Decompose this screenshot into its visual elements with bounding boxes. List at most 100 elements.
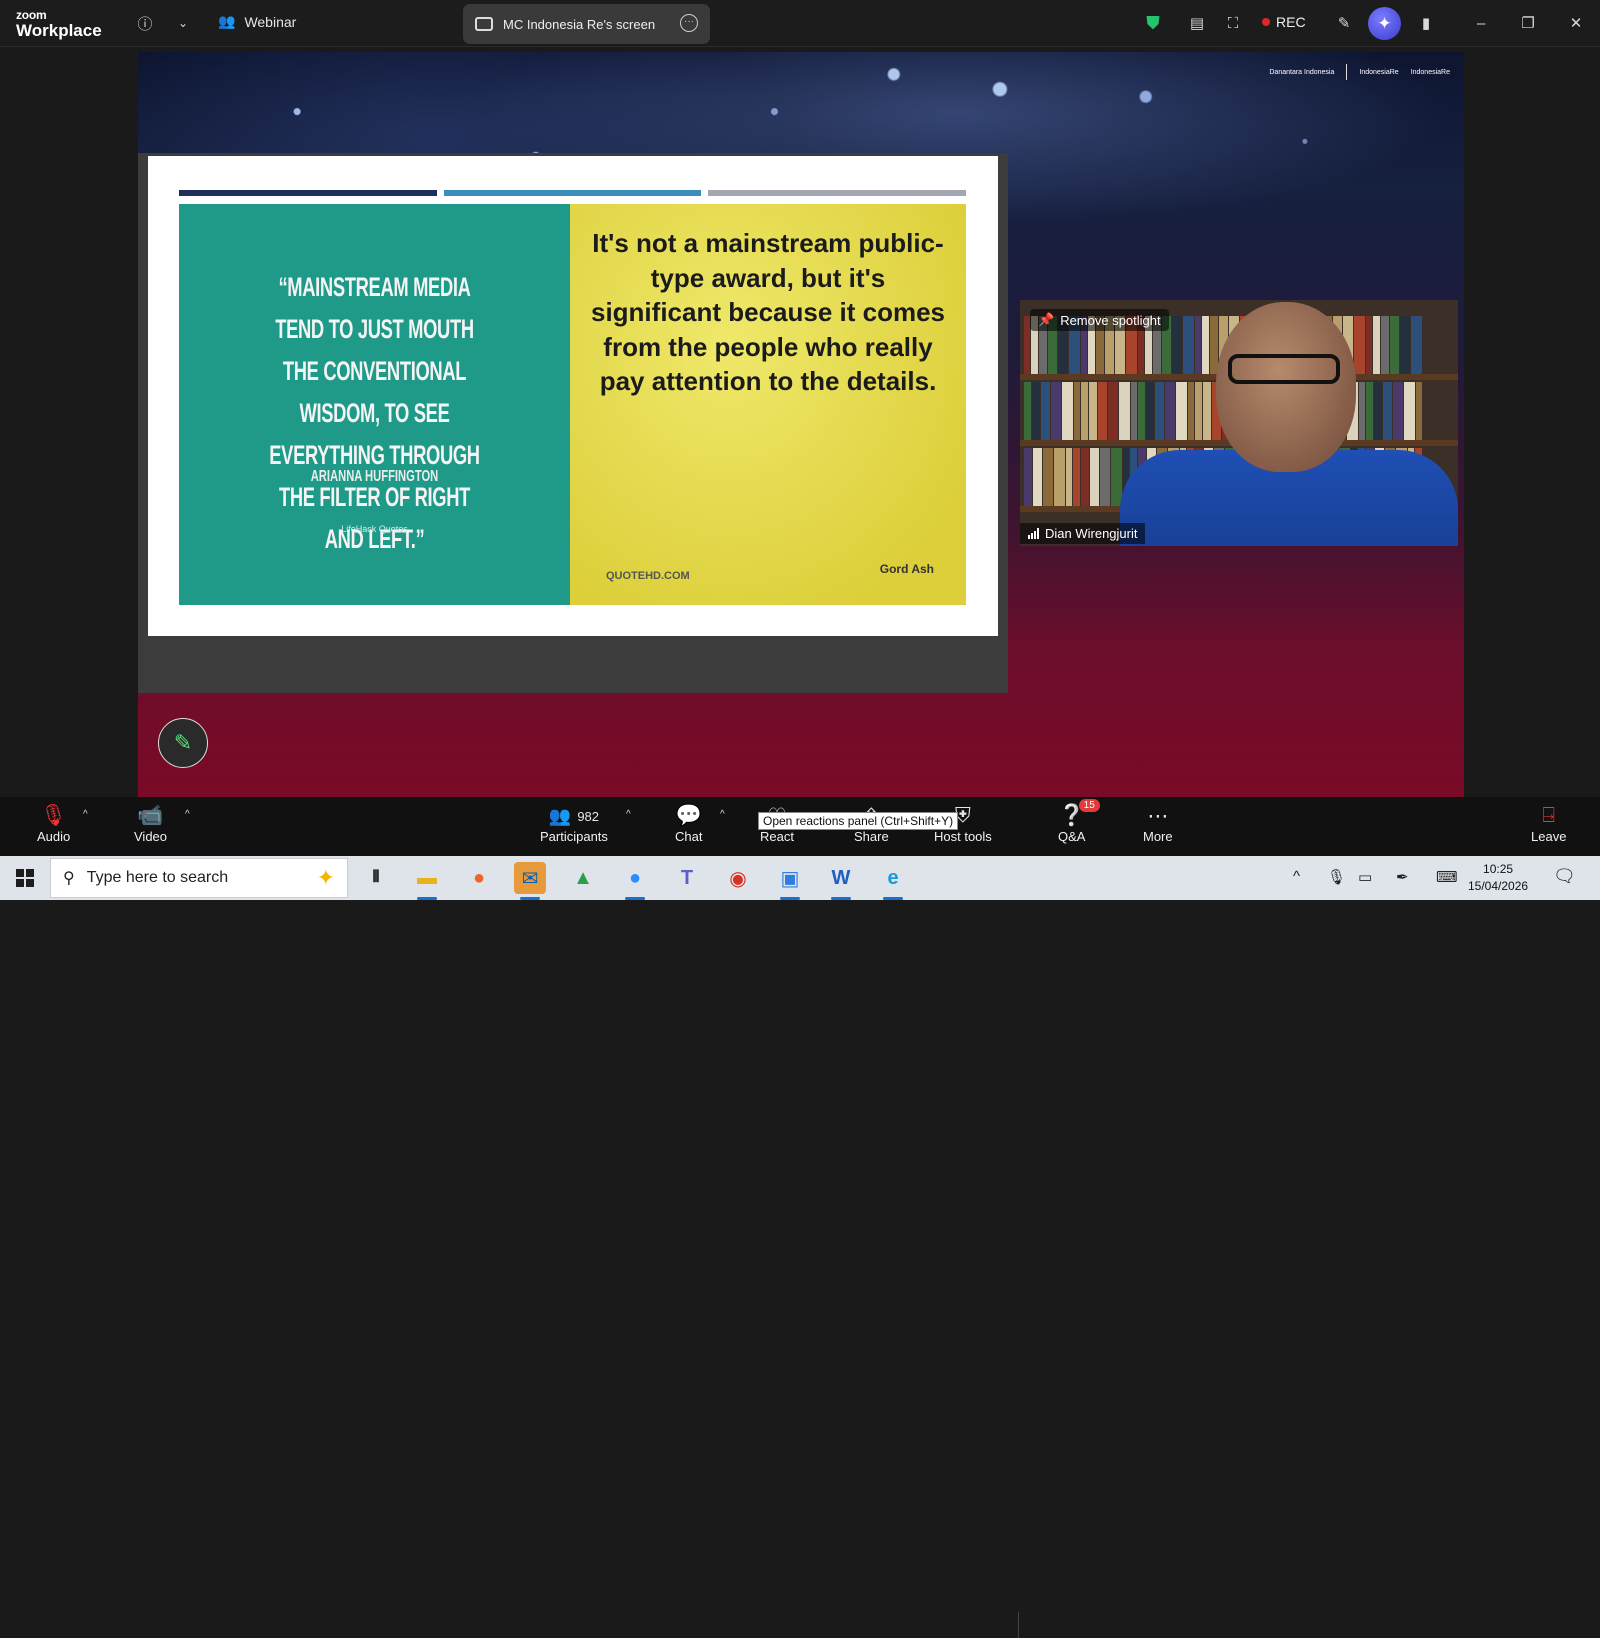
close-icon[interactable]: ✕ [1565, 12, 1587, 34]
book-spine [1033, 448, 1042, 506]
chat-button[interactable]: 💬 Chat [675, 803, 702, 844]
clock-date: 15/04/2026 [1468, 879, 1529, 893]
book-spine [1043, 448, 1053, 506]
book-spine [1089, 382, 1097, 440]
huffington-quote: “Mainstream media tend to just mouth the… [269, 272, 480, 554]
host-tools-label: Host tools [934, 829, 992, 844]
screen-tray-icon[interactable]: ▭ [1358, 868, 1372, 886]
notification-center-icon[interactable]: 🗨 [1553, 866, 1576, 887]
search-placeholder: Type here to search [86, 869, 229, 886]
search-icon: ⚲ [63, 870, 75, 887]
webinar-indicator[interactable]: 👥 Webinar [218, 13, 296, 30]
audio-button[interactable]: 🎙 Audio [37, 803, 70, 844]
book-spine [1090, 448, 1099, 506]
rec-dot-icon [1262, 18, 1270, 26]
tray-overflow-icon[interactable]: ^ [1293, 868, 1300, 885]
book-spine [1404, 382, 1415, 440]
annotation-pencil-button[interactable]: ✎ [158, 718, 208, 768]
more-options-icon[interactable]: ··· [680, 14, 698, 32]
brand-top: zoom [16, 8, 47, 22]
huffington-author: ARIANNA HUFFINGTON [310, 468, 439, 485]
more-dots-icon: ⋯ [1147, 804, 1169, 828]
keyboard-tray-icon[interactable]: ⌨ [1436, 868, 1458, 886]
focus-mode-icon[interactable]: ⛶ [1222, 12, 1244, 34]
chrome-icon[interactable]: ◉ [722, 862, 754, 894]
pen-tray-icon[interactable]: ✒ [1396, 868, 1409, 886]
participants-caret-icon[interactable]: ^ [626, 809, 631, 820]
slide-bar-2 [443, 190, 702, 196]
task-view-icon[interactable]: ⫴ [360, 862, 392, 894]
minimize-icon[interactable]: – [1470, 12, 1492, 34]
more-button[interactable]: ⋯ More [1143, 803, 1173, 845]
shared-screen: “Mainstream media tend to just mouth the… [138, 153, 1008, 693]
edge-icon[interactable]: e [877, 862, 909, 900]
zoom-app-icon[interactable]: ● [619, 862, 651, 900]
chat-caret-icon[interactable]: ^ [720, 809, 725, 820]
notes-icon[interactable]: ▤ [1186, 12, 1208, 34]
screen-share-tab[interactable]: MC Indonesia Re's screen ··· [463, 4, 710, 44]
ai-companion-icon[interactable]: ✦ [1368, 7, 1401, 40]
audio-options-caret-icon[interactable]: ^ [83, 809, 88, 820]
firefox-icon[interactable]: ● [463, 862, 495, 894]
google-drive-icon[interactable]: ▲ [567, 862, 599, 894]
outlook-icon[interactable]: ✉ [514, 862, 546, 900]
book-spine [1195, 382, 1202, 440]
sponsor-logo-indonesiare: IndonesiaRe [1359, 68, 1399, 76]
quotehd-watermark: QUOTEHD.COM [606, 570, 690, 582]
remove-spotlight-button[interactable]: 📌 Remove spotlight [1030, 309, 1169, 331]
search-sparkle-icon: ✦ [316, 865, 335, 890]
word-icon[interactable]: W [825, 862, 857, 900]
video-button[interactable]: 📹 Video [134, 803, 167, 844]
annotate-pen-icon[interactable]: ✎ [1333, 12, 1355, 34]
video-options-caret-icon[interactable]: ^ [185, 809, 190, 820]
quote-left-panel: “Mainstream media tend to just mouth the… [179, 204, 570, 605]
book-spine [1203, 382, 1211, 440]
pin-icon: 📌 [1038, 312, 1055, 327]
book-spine [1188, 382, 1194, 440]
gord-ash-quote: It's not a mainstream public-type award,… [590, 228, 945, 396]
qa-button[interactable]: ❔ 15 Q&A [1058, 799, 1100, 844]
recording-indicator[interactable]: REC [1262, 14, 1306, 30]
book-spine [1183, 316, 1194, 374]
quote-right-panel: It's not a mainstream public-type award,… [570, 204, 966, 605]
teams-icon[interactable]: T [671, 862, 703, 894]
book-spine [1172, 316, 1182, 374]
book-spine [1024, 448, 1032, 506]
book-spine [1374, 382, 1382, 440]
slide-color-bars [179, 190, 967, 196]
restore-icon[interactable]: ❐ [1517, 12, 1539, 34]
info-icon[interactable]: ⓘ [134, 12, 156, 34]
book-spine [1400, 316, 1410, 374]
book-spine [1366, 382, 1373, 440]
windows-start-icon[interactable] [16, 869, 34, 887]
remove-spotlight-label: Remove spotlight [1060, 312, 1161, 328]
book-spine [1081, 448, 1089, 506]
chevron-down-icon[interactable]: ⌄ [172, 12, 194, 34]
video-camera-icon: 📹 [137, 804, 164, 827]
qa-icon: ❔ 15 [1059, 799, 1100, 829]
book-spine [1073, 448, 1080, 506]
leave-door-icon: ⍈ [1542, 804, 1556, 827]
book-spine [1131, 382, 1137, 440]
file-explorer-icon[interactable]: ▬ [411, 862, 443, 900]
apps-icon[interactable]: ▮ [1415, 12, 1437, 34]
slide-bar-3 [708, 190, 967, 196]
photos-icon[interactable]: ▣ [774, 862, 806, 900]
taskbar-clock[interactable]: 10:25 15/04/2026 [1468, 861, 1528, 895]
leave-button[interactable]: ⍈ Leave [1531, 803, 1566, 844]
lifehack-source: LifeHack Quotes [341, 524, 408, 534]
security-shield-icon[interactable]: ⛊ [1142, 12, 1164, 34]
taskbar-search-input[interactable]: ⚲ Type here to search ✦ [50, 858, 348, 898]
microphone-tray-icon[interactable]: 🎙 [1327, 868, 1346, 886]
logo-divider [1346, 64, 1348, 80]
zoom-workplace-logo: zoom Workplace [16, 9, 102, 39]
people-icon: 👥 [218, 13, 236, 29]
participants-icon: 👥 982 [548, 805, 600, 826]
participants-button[interactable]: 👥 982 Participants [540, 803, 608, 845]
spotlight-video-tile[interactable]: 📌 Remove spotlight Dian Wirengjurit [1020, 300, 1458, 546]
qa-badge: 15 [1078, 799, 1100, 812]
book-spine [1032, 382, 1040, 440]
book-spine [1051, 382, 1061, 440]
quote-image: “Mainstream media tend to just mouth the… [179, 204, 966, 605]
participants-label: Participants [540, 829, 608, 844]
